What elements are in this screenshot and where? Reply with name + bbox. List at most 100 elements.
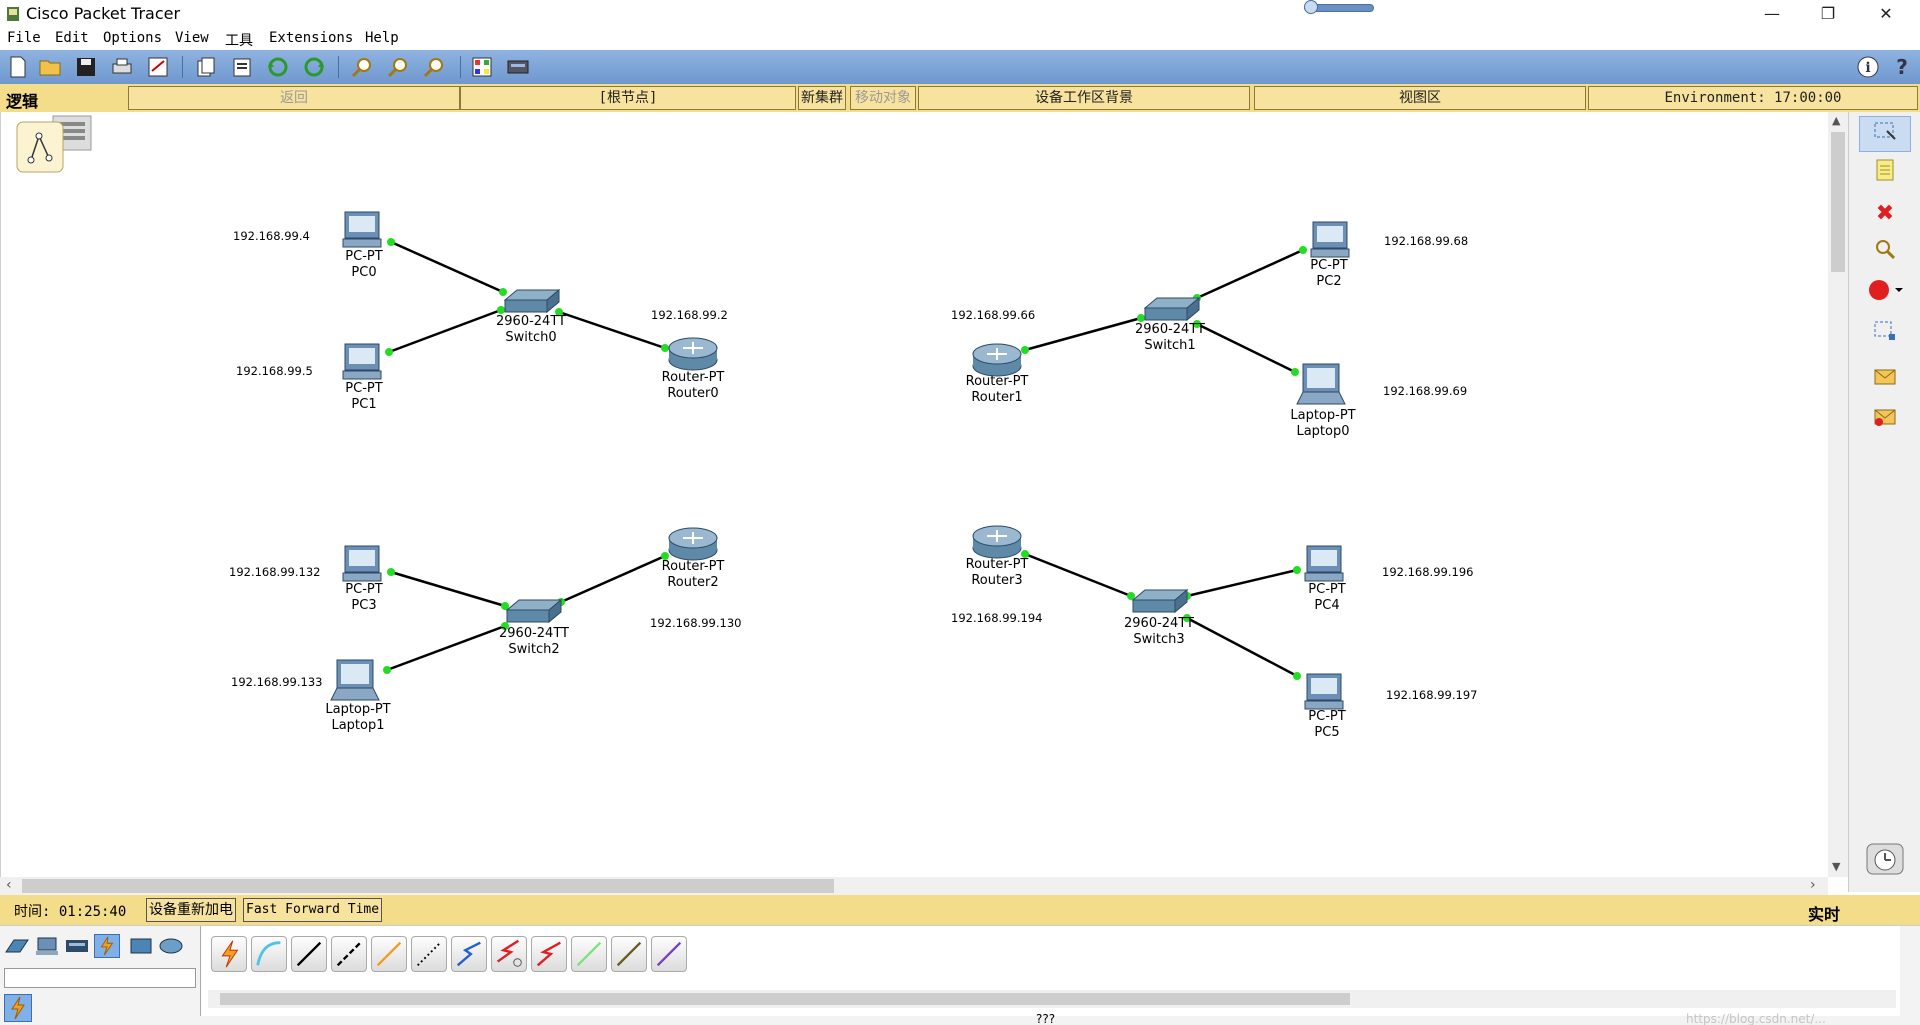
note-tool-icon[interactable] xyxy=(1859,156,1911,192)
viewport-button[interactable]: 视图区 xyxy=(1254,86,1586,110)
logical-workspace-canvas[interactable]: PC-PT PC0 PC-PT PC1 2960-24TT Switch0 Route… xyxy=(0,112,1828,877)
ip-note[interactable]: 192.168.99.197 xyxy=(1386,688,1477,702)
simulation-clock-icon[interactable] xyxy=(1859,842,1911,878)
device-switch3[interactable]: 2960-24TT Switch3 xyxy=(1114,616,1204,648)
menu-edit[interactable]: Edit xyxy=(55,30,89,46)
scroll-thumb[interactable] xyxy=(1831,132,1845,272)
menu-file[interactable]: File xyxy=(7,30,41,46)
scroll-down-icon[interactable]: ▼ xyxy=(1832,860,1840,873)
scroll-up-icon[interactable]: ▲ xyxy=(1832,114,1840,127)
octal-cable-icon[interactable] xyxy=(571,936,607,972)
fiber-cable-icon[interactable] xyxy=(371,936,407,972)
power-cycle-devices-button[interactable]: 设备重新加电 xyxy=(146,898,236,922)
zoom-reset-icon[interactable] xyxy=(386,55,410,79)
device-switch2[interactable]: 2960-24TT Switch2 xyxy=(489,626,579,658)
scroll-thumb[interactable] xyxy=(22,879,834,893)
ip-note[interactable]: 192.168.99.68 xyxy=(1384,234,1468,248)
device-pc5[interactable]: PC-PT PC5 xyxy=(1297,709,1357,741)
device-search-input[interactable] xyxy=(4,968,196,988)
menu-view[interactable]: View xyxy=(175,30,209,46)
device-laptop1[interactable]: Laptop-PT Laptop1 xyxy=(318,702,398,734)
zoom-in-icon[interactable] xyxy=(350,55,374,79)
auto-connection-icon[interactable] xyxy=(211,936,247,972)
ip-note[interactable]: 192.168.99.2 xyxy=(651,308,728,322)
device-switch0[interactable]: 2960-24TT Switch0 xyxy=(486,314,576,346)
copper-cross-over-icon[interactable] xyxy=(331,936,367,972)
multiuser-connection-icon[interactable] xyxy=(158,934,184,958)
zoom-out-icon[interactable] xyxy=(422,55,446,79)
copper-straight-through-icon[interactable] xyxy=(291,936,327,972)
root-node-button[interactable]: [根节点] xyxy=(460,86,796,110)
ip-note[interactable]: 192.168.99.133 xyxy=(231,675,322,689)
connections-horizontal-scrollbar[interactable] xyxy=(208,990,1896,1008)
canvas-horizontal-scrollbar[interactable]: ‹ › xyxy=(0,877,1828,895)
paste-icon[interactable] xyxy=(230,55,254,79)
ip-note[interactable]: 192.168.99.69 xyxy=(1383,384,1467,398)
device-router3[interactable]: Router-PT Router3 xyxy=(957,557,1037,589)
restore-button[interactable]: ❐ xyxy=(1804,0,1852,28)
realtime-mode-tab[interactable]: 实时 xyxy=(1808,901,1840,925)
device-pc1[interactable]: PC-PT PC1 xyxy=(334,381,394,413)
device-switch1[interactable]: 2960-24TT Switch1 xyxy=(1125,322,1215,354)
delete-tool-icon[interactable]: ✖ xyxy=(1859,196,1911,232)
logical-workspace-label[interactable]: 逻辑 xyxy=(6,88,38,112)
selected-connection-type-icon[interactable] xyxy=(4,994,32,1022)
ip-note[interactable]: 192.168.99.132 xyxy=(229,565,320,579)
new-file-icon[interactable] xyxy=(6,55,30,79)
end-devices-icon[interactable] xyxy=(34,934,60,958)
ip-note[interactable]: 192.168.99.4 xyxy=(233,229,310,243)
menu-extensions[interactable]: Extensions xyxy=(269,30,353,46)
connections-icon[interactable] xyxy=(94,934,120,958)
serial-dce-cable-icon[interactable] xyxy=(491,936,527,972)
scroll-right-icon[interactable]: › xyxy=(1810,877,1816,893)
device-pc0[interactable]: PC-PT PC0 xyxy=(334,249,394,281)
help-icon[interactable]: ? xyxy=(1890,55,1914,79)
console-cable-icon[interactable] xyxy=(251,936,287,972)
zoom-slider-knob[interactable] xyxy=(1304,0,1318,14)
iot-custom-cable-icon[interactable] xyxy=(611,936,647,972)
environment-button[interactable]: Environment: 17:00:00 xyxy=(1588,86,1918,110)
resize-shape-tool-icon[interactable] xyxy=(1859,316,1911,352)
canvas-vertical-scrollbar[interactable]: ▲ ▼ xyxy=(1828,112,1848,877)
info-icon[interactable]: i xyxy=(1856,55,1880,79)
back-button[interactable]: 返回 xyxy=(128,86,460,110)
minimize-button[interactable]: — xyxy=(1748,0,1796,28)
menu-help[interactable]: Help xyxy=(365,30,399,46)
print-icon[interactable] xyxy=(110,55,134,79)
menu-options[interactable]: Options xyxy=(103,30,162,46)
new-cluster-button[interactable]: 新集群 xyxy=(798,86,846,110)
menu-tools[interactable]: 工具 xyxy=(225,30,253,50)
move-object-button[interactable]: 移动对象 xyxy=(850,86,916,110)
open-folder-icon[interactable] xyxy=(38,55,62,79)
simple-pdu-icon[interactable] xyxy=(1859,362,1911,398)
device-pc4[interactable]: PC-PT PC4 xyxy=(1297,582,1357,614)
serial-dte-cable-icon[interactable] xyxy=(531,936,567,972)
custom-device-icon[interactable] xyxy=(506,55,530,79)
ip-note[interactable]: 192.168.99.5 xyxy=(236,364,313,378)
phone-cable-icon[interactable] xyxy=(411,936,447,972)
set-background-button[interactable]: 设备工作区背景 xyxy=(918,86,1250,110)
ip-note[interactable]: 192.168.99.130 xyxy=(650,616,741,630)
fast-forward-time-button[interactable]: Fast Forward Time xyxy=(243,898,383,922)
ip-note[interactable]: 192.168.99.194 xyxy=(951,611,1042,625)
save-icon[interactable] xyxy=(74,55,98,79)
complex-pdu-icon[interactable] xyxy=(1859,402,1911,438)
device-pc2[interactable]: PC-PT PC2 xyxy=(1299,258,1359,290)
undo-icon[interactable] xyxy=(266,55,290,79)
network-devices-icon[interactable] xyxy=(4,934,30,958)
coaxial-cable-icon[interactable] xyxy=(451,936,487,972)
draw-ellipse-tool-icon[interactable] xyxy=(1859,276,1911,312)
device-router2[interactable]: Router-PT Router2 xyxy=(653,559,733,591)
ip-note[interactable]: 192.168.99.66 xyxy=(951,308,1035,322)
cluster-navigation-icon[interactable] xyxy=(16,115,92,173)
redo-icon[interactable] xyxy=(302,55,326,79)
device-pc3[interactable]: PC-PT PC3 xyxy=(334,582,394,614)
close-button[interactable]: ✕ xyxy=(1862,0,1910,28)
device-router1[interactable]: Router-PT Router1 xyxy=(957,374,1037,406)
device-laptop0[interactable]: Laptop-PT Laptop0 xyxy=(1283,408,1363,440)
ip-note[interactable]: 192.168.99.196 xyxy=(1382,565,1473,579)
usb-cable-icon[interactable] xyxy=(651,936,687,972)
select-tool-icon[interactable] xyxy=(1859,116,1911,152)
inspect-tool-icon[interactable] xyxy=(1859,236,1911,272)
scroll-thumb[interactable] xyxy=(220,993,1350,1005)
